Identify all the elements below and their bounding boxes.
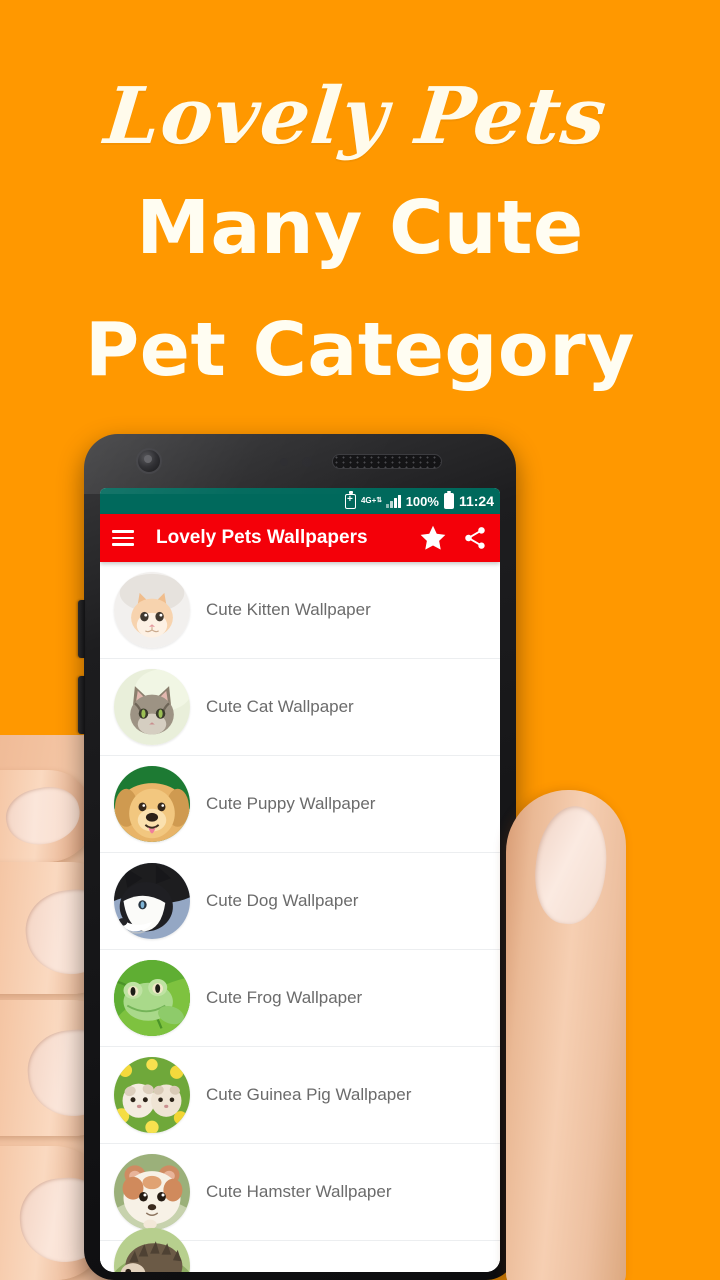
volume-up-button[interactable] <box>78 600 85 658</box>
battery-saver-icon <box>344 491 356 509</box>
guinea-pig-thumbnail <box>114 1057 190 1133</box>
hamster-thumbnail <box>114 1154 190 1230</box>
app-bar: Lovely Pets Wallpapers <box>100 514 500 562</box>
status-bar-clock: 11:24 <box>458 493 494 509</box>
list-item[interactable]: Cute Kitten Wallpaper <box>100 562 500 659</box>
kitten-thumbnail <box>114 572 190 648</box>
list-item-label: Cute Frog Wallpaper <box>206 988 363 1007</box>
status-bar: 4G+ ⇅ 100% 11:24 <box>100 488 500 514</box>
app-bar-title: Lovely Pets Wallpapers <box>156 527 368 548</box>
wallpaper-category-list[interactable]: Cute Kitten Wallpaper Cute Cat Wallpaper… <box>100 562 500 1272</box>
dog-thumbnail <box>114 863 190 939</box>
hamburger-menu-icon[interactable] <box>112 530 134 546</box>
list-item-label: Cute Kitten Wallpaper <box>206 600 371 619</box>
volume-down-button[interactable] <box>78 676 85 734</box>
phone-top-bezel <box>84 434 516 488</box>
proximity-sensor-icon <box>280 458 288 466</box>
phone-screen: 4G+ ⇅ 100% 11:24 Lovely Pets Wallpapers <box>100 488 500 1272</box>
list-item[interactable]: Cute Frog Wallpaper <box>100 950 500 1047</box>
list-item-label: Cute Puppy Wallpaper <box>206 794 376 813</box>
light-sensor-icon <box>302 457 312 467</box>
signal-bars-icon <box>386 494 401 508</box>
network-label: 4G+ <box>360 496 377 505</box>
phone-device: 4G+ ⇅ 100% 11:24 Lovely Pets Wallpapers <box>84 434 516 1280</box>
list-item[interactable]: Cute Puppy Wallpaper <box>100 756 500 853</box>
list-item-label: Cute Cat Wallpaper <box>206 697 354 716</box>
list-item-label: Cute Hamster Wallpaper <box>206 1182 392 1201</box>
frog-thumbnail <box>114 960 190 1036</box>
front-camera-icon <box>136 448 162 474</box>
battery-percent-label: 100% <box>405 493 439 509</box>
list-item[interactable]: Cute Hamster Wallpaper <box>100 1144 500 1241</box>
list-item[interactable]: Cute Guinea Pig Wallpaper <box>100 1047 500 1144</box>
list-item[interactable] <box>100 1228 500 1272</box>
list-item[interactable]: Cute Cat Wallpaper <box>100 659 500 756</box>
earpiece-speaker <box>332 454 442 469</box>
list-item[interactable]: Cute Dog Wallpaper <box>100 853 500 950</box>
puppy-thumbnail <box>114 766 190 842</box>
battery-full-icon <box>443 490 454 509</box>
list-item-label: Cute Dog Wallpaper <box>206 891 359 910</box>
list-item-label: Cute Guinea Pig Wallpaper <box>206 1085 412 1104</box>
star-icon[interactable] <box>418 523 448 553</box>
network-type-icon: 4G+ ⇅ <box>360 496 382 505</box>
share-icon[interactable] <box>462 525 488 551</box>
cat-thumbnail <box>114 669 190 745</box>
